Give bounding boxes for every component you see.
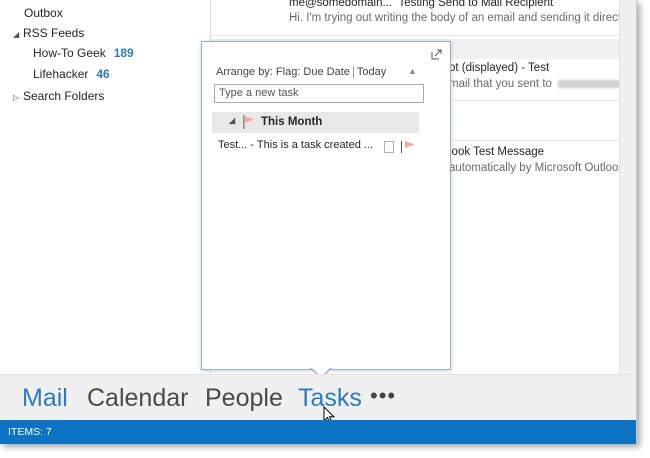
message-from: me@somedomain... — [289, 0, 393, 9]
nav-mail[interactable]: Mail — [22, 381, 68, 415]
folder-pane: Outbox ◢ RSS Feeds How-To Geek 189 Lifehac… — [0, 0, 211, 374]
expanded-triangle-icon[interactable]: ◢ — [13, 26, 23, 44]
nav-more-button[interactable]: ••• — [370, 383, 396, 409]
collapse-triangle-icon[interactable]: ◢ — [229, 116, 235, 125]
unread-count: 189 — [113, 46, 134, 60]
folder-label: Search Folders — [23, 89, 105, 103]
task-flag-icon[interactable] — [404, 140, 416, 153]
folder-label: How-To Geek — [33, 46, 106, 60]
outlook-window: Outbox ◢ RSS Feeds How-To Geek 189 Lifehac… — [0, 0, 637, 444]
folder-rss-feeds[interactable]: ◢ RSS Feeds — [13, 24, 84, 42]
message-preview: mail that you sent to — [449, 78, 636, 90]
status-bar: ITEMS: 7 — [0, 420, 636, 444]
scrollbar[interactable] — [619, 0, 636, 374]
message-subject[interactable]: look Test Message — [449, 146, 544, 158]
folder-label: Outbox — [24, 6, 63, 20]
group-label: This Month — [261, 116, 323, 128]
arrange-by[interactable]: Arrange by: Flag: Due Date Today — [216, 66, 387, 79]
tasks-peek: Arrange by: Flag: Due Date Today ▲ ◢ This… — [201, 41, 451, 370]
folder-label: Lifehacker — [33, 67, 89, 81]
items-count: ITEMS: 7 — [8, 426, 52, 438]
collapsed-triangle-icon[interactable]: ▷ — [13, 89, 23, 107]
flag-icon — [243, 115, 254, 129]
navigation-bar: Mail Calendar People Tasks ••• — [0, 374, 636, 424]
divider — [401, 141, 402, 153]
popout-icon[interactable] — [431, 49, 442, 60]
sort-up-icon[interactable]: ▲ — [408, 66, 417, 76]
folder-outbox[interactable]: Outbox — [24, 4, 63, 22]
message-preview: Hi. I'm trying out writing the body of a… — [289, 12, 619, 24]
unread-count: 46 — [96, 67, 110, 81]
arrange-label: Arrange by: Flag: Due Date — [216, 66, 350, 78]
folder-label: RSS Feeds — [23, 26, 85, 40]
message-subject: Testing Send to Mail Recipient — [398, 0, 554, 9]
new-task-input[interactable] — [214, 84, 424, 103]
message-preview: automatically by Microsoft Outlook w — [449, 162, 619, 174]
folder-search-folders[interactable]: ▷ Search Folders — [13, 87, 104, 105]
message-header[interactable]: me@somedomain... Testing Send to Mail Re… — [289, 0, 553, 9]
nav-calendar[interactable]: Calendar — [87, 381, 188, 415]
divider — [211, 35, 620, 36]
group-this-month[interactable]: ◢ This Month — [212, 112, 419, 133]
message-preview-text: mail that you sent to — [449, 78, 552, 90]
folder-how-to-geek[interactable]: How-To Geek 189 — [33, 44, 134, 62]
nav-people[interactable]: People — [205, 381, 283, 415]
task-text: Test... - This is a task created ... — [218, 139, 374, 151]
sort-label: Today — [356, 66, 387, 78]
task-complete-checkbox[interactable] — [384, 141, 394, 153]
folder-lifehacker[interactable]: Lifehacker 46 — [33, 65, 110, 83]
message-subject[interactable]: ot (displayed) - Test — [449, 62, 549, 74]
